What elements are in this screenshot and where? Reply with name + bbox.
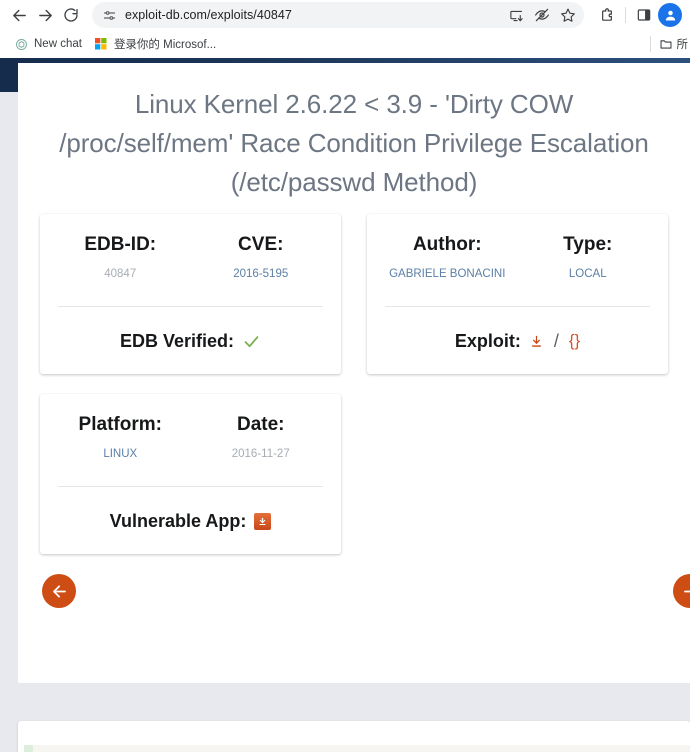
- platform-label: Platform:: [78, 414, 162, 435]
- type-value-link[interactable]: LOCAL: [518, 264, 659, 284]
- bookmarks-overflow[interactable]: 所: [649, 30, 690, 58]
- url-text[interactable]: exploit-db.com/exploits/40847: [125, 8, 504, 22]
- type-label: Type:: [563, 234, 613, 255]
- vulnerable-app-label: Vulnerable App:: [109, 511, 247, 531]
- reload-icon[interactable]: [58, 2, 84, 28]
- exploit-content-panel: Linux Kernel 2.6.22 < 3.9 - 'Dirty COW /…: [18, 63, 690, 683]
- cve-field: CVE: 2016-5195: [191, 232, 332, 284]
- forward-arrow-icon[interactable]: [32, 2, 58, 28]
- browser-chrome: exploit-db.com/exploits/40847 New chat 登…: [0, 0, 690, 58]
- chatgpt-favicon: [14, 37, 28, 51]
- omnibox-actions: [504, 3, 580, 27]
- date-value: 2016-11-27: [231, 448, 290, 460]
- platform-card-fields: Platform: LINUX Date: 2016-11-27: [50, 412, 331, 464]
- edb-verified-label: EDB Verified:: [119, 331, 235, 351]
- edb-card: EDB-ID: 40847 CVE: 2016-5195 EDB Verifie…: [40, 214, 341, 374]
- card-divider: [385, 306, 650, 307]
- edb-verified-row: EDB Verified:: [50, 328, 331, 354]
- bookmark-new-chat[interactable]: New chat: [8, 34, 88, 54]
- download-icon[interactable]: [529, 334, 544, 349]
- vulnerable-app-row: Vulnerable App:: [50, 508, 331, 534]
- save-to-device-icon[interactable]: [504, 3, 528, 27]
- bookmark-microsoft-signin[interactable]: 登录你的 Microsof...: [88, 33, 222, 55]
- bookmarks-overflow-label[interactable]: 所: [677, 36, 689, 52]
- exploit-info-cards: EDB-ID: 40847 CVE: 2016-5195 EDB Verifie…: [18, 206, 690, 554]
- exploit-download-row: Exploit: / {}: [377, 328, 658, 354]
- cve-value-link[interactable]: 2016-5195: [191, 264, 332, 284]
- code-gutter: [24, 745, 33, 752]
- cards-grid-spacer: [367, 394, 668, 554]
- side-panel-icon[interactable]: [631, 2, 657, 28]
- author-card: Author: GABRIELE BONACINI Type: LOCAL Ex…: [367, 214, 668, 374]
- circle-left-arrow-icon[interactable]: [42, 574, 76, 608]
- card-divider: [58, 306, 323, 307]
- platform-value-link[interactable]: LINUX: [50, 444, 191, 464]
- bookmark-star-icon[interactable]: [556, 3, 580, 27]
- toolbar-divider: [625, 7, 626, 23]
- edb-id-field: EDB-ID: 40847: [50, 232, 191, 284]
- cve-label: CVE:: [238, 234, 284, 255]
- browser-toolbar: exploit-db.com/exploits/40847: [0, 0, 690, 30]
- page-viewport: Linux Kernel 2.6.22 < 3.9 - 'Dirty COW /…: [0, 58, 690, 752]
- toolbar-right-actions: [590, 2, 684, 28]
- download-box-icon[interactable]: [254, 512, 272, 530]
- profile-avatar-icon[interactable]: [658, 3, 682, 27]
- author-card-fields: Author: GABRIELE BONACINI Type: LOCAL: [377, 232, 658, 284]
- author-field: Author: GABRIELE BONACINI: [377, 232, 518, 284]
- edb-card-fields: EDB-ID: 40847 CVE: 2016-5195: [50, 232, 331, 284]
- exploit-separator: /: [553, 330, 559, 351]
- bookmarks-bar: New chat 登录你的 Microsof... 所: [0, 30, 690, 58]
- back-arrow-icon[interactable]: [6, 2, 32, 28]
- extensions-puzzle-icon[interactable]: [594, 2, 620, 28]
- author-label: Author:: [412, 234, 482, 255]
- exploit-code-card: // EDB-Note: Compile: g++ -Wall -pedanti…: [18, 721, 690, 752]
- circle-right-arrow-icon[interactable]: [673, 574, 690, 608]
- exploit-label: Exploit:: [454, 331, 521, 351]
- edb-id-label: EDB-ID:: [84, 234, 157, 255]
- platform-card: Platform: LINUX Date: 2016-11-27 Vulnera…: [40, 394, 341, 554]
- date-field: Date: 2016-11-27: [191, 412, 332, 464]
- edb-id-value: 40847: [104, 268, 137, 280]
- type-field: Type: LOCAL: [518, 232, 659, 284]
- address-bar[interactable]: exploit-db.com/exploits/40847: [92, 2, 584, 28]
- folder-icon[interactable]: [659, 37, 673, 51]
- bookmark-label: New chat: [34, 38, 82, 50]
- green-check-icon: [242, 332, 261, 351]
- site-settings-icon[interactable]: [102, 8, 117, 23]
- site-header-left-block: [0, 58, 18, 92]
- platform-field: Platform: LINUX: [50, 412, 191, 464]
- microsoft-favicon: [94, 37, 108, 51]
- page-title: Linux Kernel 2.6.22 < 3.9 - 'Dirty COW /…: [59, 89, 649, 197]
- card-divider: [58, 486, 323, 487]
- author-value-link[interactable]: GABRIELE BONACINI: [377, 264, 518, 284]
- exploit-pager: [18, 564, 690, 636]
- bookmarks-divider: [649, 36, 651, 52]
- bookmark-label: 登录你的 Microsof...: [113, 39, 217, 51]
- code-block[interactable]: // EDB-Note: Compile: g++ -Wall -pedanti…: [24, 745, 690, 752]
- code-braces-icon[interactable]: {}: [569, 331, 580, 351]
- tracking-protection-off-icon[interactable]: [530, 3, 554, 27]
- date-label: Date:: [236, 414, 285, 435]
